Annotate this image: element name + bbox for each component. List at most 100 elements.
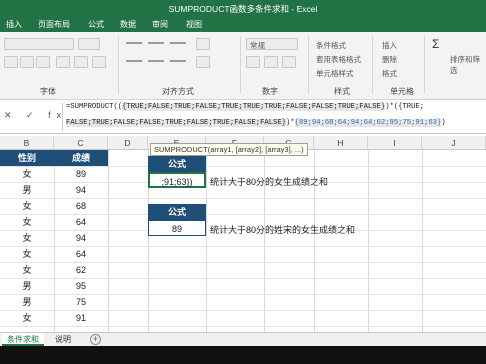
font-color-button[interactable] [92, 56, 106, 68]
format-cells-button[interactable]: 格式 [382, 68, 397, 79]
delete-cells-button[interactable]: 删除 [382, 54, 397, 65]
column-header-d[interactable]: D [108, 136, 148, 150]
window-title: SUMPRODUCT函数多条件求和 - Excel [168, 4, 318, 14]
group-font-label: 字体 [40, 87, 56, 96]
insert-cells-button[interactable]: 插入 [382, 40, 397, 51]
autosum-icon[interactable]: Σ [432, 37, 439, 51]
group-number-label: 数字 [262, 87, 278, 96]
align-bottom-icon[interactable] [170, 42, 186, 44]
formula-box-1-note[interactable]: 统计大于80分的女生成绩之和 [210, 175, 328, 188]
column-header-b[interactable]: B [0, 136, 54, 150]
gridline [0, 326, 486, 327]
gridline [422, 150, 423, 332]
formula-box-1-header[interactable]: 公式 [148, 156, 206, 172]
bold-button[interactable] [4, 56, 18, 68]
group-separator [240, 36, 241, 94]
gender-cell[interactable]: 男 [0, 278, 54, 294]
wrap-text-button[interactable] [196, 38, 210, 50]
tab-data[interactable]: 数据 [120, 19, 136, 30]
merge-button[interactable] [196, 56, 210, 68]
formula-box-2-note[interactable]: 统计大于80分的姓宋的女生成绩之和 [210, 223, 355, 236]
gender-cell[interactable]: 男 [0, 294, 54, 310]
group-separator [372, 36, 373, 94]
gender-cell[interactable]: 男 [0, 182, 54, 198]
column-header-j[interactable]: J [422, 136, 486, 150]
formula-bar-icons[interactable]: ✕ ✓ fx [4, 110, 67, 121]
border-button[interactable] [56, 56, 70, 68]
formula-mid-2: )* [285, 119, 295, 127]
tab-view[interactable]: 视图 [186, 19, 202, 30]
gender-cell[interactable]: 女 [0, 198, 54, 214]
table-header-gender[interactable]: 性别 [0, 150, 54, 166]
formula-box-2-value[interactable]: 89 [148, 220, 206, 236]
number-format-value: 常规 [250, 41, 265, 50]
tab-review[interactable]: 审阅 [152, 19, 168, 30]
formula-line-1[interactable]: =SUMPRODUCT(({TRUE;FALSE;TRUE;FALSE;TRUE… [66, 103, 424, 111]
gridline [206, 150, 207, 332]
score-cell[interactable]: 89 [54, 166, 108, 182]
align-left-icon[interactable] [126, 60, 142, 62]
tab-insert[interactable]: 插入 [6, 19, 22, 30]
add-sheet-icon[interactable]: + [90, 334, 101, 345]
gender-cell[interactable]: 女 [0, 214, 54, 230]
sheet-tab-bar: 条件求和 说明 + [0, 332, 486, 346]
conditional-format-button[interactable]: 条件格式 [316, 40, 346, 51]
formula-box-1-value[interactable]: ;91;63}) [148, 172, 206, 188]
column-header-i[interactable]: I [368, 136, 422, 150]
score-cell[interactable]: 94 [54, 182, 108, 198]
gender-cell[interactable]: 女 [0, 262, 54, 278]
score-cell[interactable]: 91 [54, 310, 108, 326]
italic-button[interactable] [20, 56, 34, 68]
formula-bool-array-2: FALSE;TRUE;FALSE;FALSE;TRUE;FALSE;TRUE;F… [66, 119, 286, 127]
column-header-h[interactable]: H [314, 136, 368, 150]
underline-button[interactable] [36, 56, 50, 68]
tab-formulas[interactable]: 公式 [88, 19, 104, 30]
score-cell[interactable]: 62 [54, 262, 108, 278]
score-cell[interactable]: 94 [54, 230, 108, 246]
table-header-score[interactable]: 成绩 [54, 150, 108, 166]
column-header-c[interactable]: C [54, 136, 108, 150]
score-cell[interactable]: 64 [54, 246, 108, 262]
formula-bar: ✕ ✓ fx =SUMPRODUCT(({TRUE;FALSE;TRUE;FAL… [0, 100, 486, 134]
group-cells-label: 单元格 [390, 87, 414, 96]
font-size-box[interactable] [78, 38, 100, 50]
ribbon-tabs: 插入 页面布局 公式 数据 审阅 视图 [0, 16, 486, 32]
gender-cell[interactable]: 女 [0, 166, 54, 182]
status-bar [0, 346, 486, 364]
sheet-tab-conditional-sum[interactable]: 条件求和 [2, 333, 44, 346]
formula-bool-array-1: {TRUE;FALSE;TRUE;FALSE;TRUE;TRUE;TRUE;FA… [122, 103, 386, 111]
cell-styles-button[interactable]: 单元格样式 [316, 68, 354, 79]
align-middle-icon[interactable] [148, 42, 164, 44]
align-center-icon[interactable] [148, 60, 164, 62]
score-cell[interactable]: 64 [54, 214, 108, 230]
currency-button[interactable] [246, 56, 260, 68]
worksheet-grid[interactable]: 性别 成绩 女 89 男 94 女 68 女 64 女 94 女 64 女 62… [0, 150, 486, 332]
fill-color-button[interactable] [74, 56, 88, 68]
formula-bar-separator [62, 103, 63, 131]
gender-cell[interactable]: 女 [0, 230, 54, 246]
score-cell[interactable]: 68 [54, 198, 108, 214]
function-tooltip: SUMPRODUCT(array1, [array2], [array3], .… [150, 143, 308, 156]
score-cell[interactable]: 95 [54, 278, 108, 294]
tab-page-layout[interactable]: 页面布局 [38, 19, 70, 30]
formula-box-2-header[interactable]: 公式 [148, 204, 206, 220]
comma-button[interactable] [282, 56, 296, 68]
group-separator [424, 36, 425, 94]
formula-end: ) [441, 119, 446, 127]
gridline [108, 150, 109, 332]
title-bar: SUMPRODUCT函数多条件求和 - Excel [0, 0, 486, 16]
score-cell[interactable]: 75 [54, 294, 108, 310]
align-right-icon[interactable] [170, 60, 186, 62]
sheet-tab-notes[interactable]: 说明 [50, 333, 76, 346]
formula-line-2[interactable]: FALSE;TRUE;FALSE;FALSE;TRUE;FALSE;TRUE;F… [66, 119, 446, 127]
group-styles-label: 样式 [334, 87, 350, 96]
align-top-icon[interactable] [126, 42, 142, 44]
percent-button[interactable] [264, 56, 278, 68]
group-separator [308, 36, 309, 94]
gender-cell[interactable]: 女 [0, 246, 54, 262]
formula-prefix: =SUMPRODUCT(( [66, 103, 123, 111]
font-name-box[interactable] [4, 38, 74, 50]
table-format-button[interactable]: 套用表格格式 [316, 54, 361, 65]
sort-filter-button[interactable]: 排序和筛选 [450, 54, 486, 76]
gender-cell[interactable]: 女 [0, 310, 54, 326]
